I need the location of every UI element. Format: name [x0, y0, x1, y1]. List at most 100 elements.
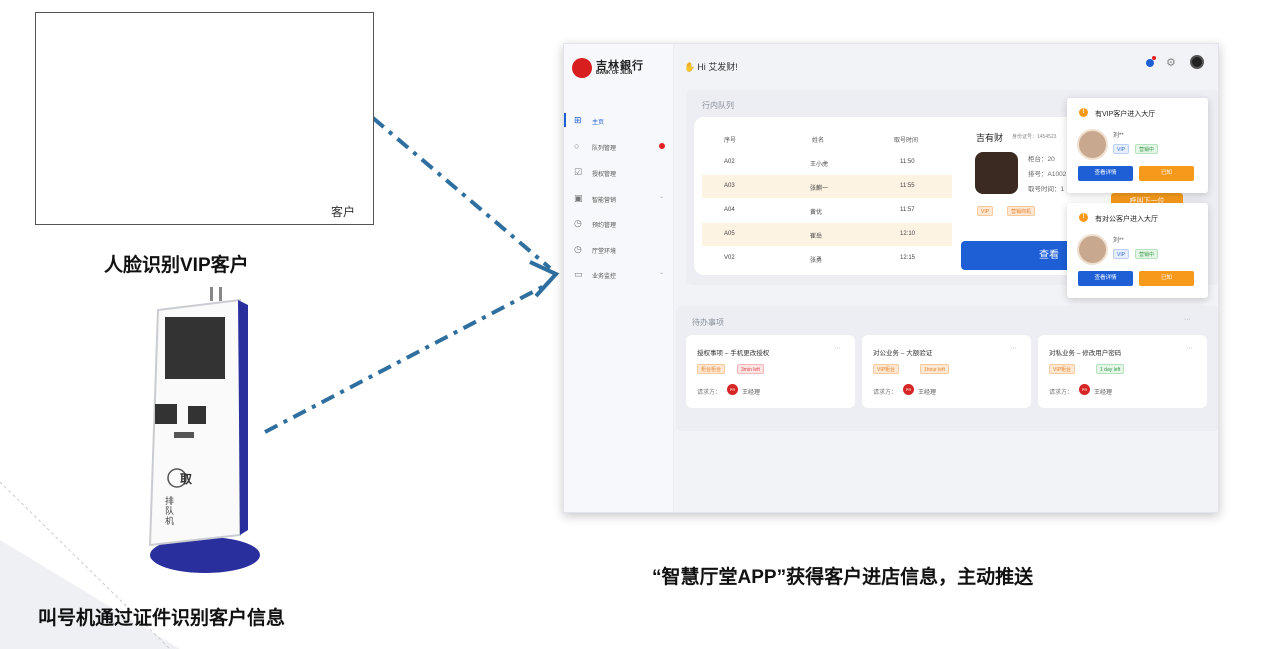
todo-requester-name: 王经理: [918, 390, 937, 396]
tag-business: 营销商机: [1007, 206, 1036, 216]
caption-app: “智慧厅堂APP”获得客户进店信息，主动推送: [652, 567, 1034, 588]
todo-title: 待办事项: [692, 318, 724, 327]
customer-label: 客户: [331, 205, 356, 219]
greeting: ✋ Hi 艾发财!: [684, 60, 738, 73]
todo-tag-time: 3min left: [737, 364, 764, 374]
notification-dot: [1152, 56, 1156, 60]
todo-tag-time: 1hour left: [920, 364, 949, 374]
notification-tag-vip: VIP: [1113, 144, 1130, 154]
customer-avatar: [1077, 129, 1108, 160]
notification-title: 有对公客户进入大厅: [1095, 216, 1158, 223]
todo-card[interactable]: 授权事项 – 手机更改授权 ··· 柜台柜台 3min left 请求方： PR…: [686, 335, 855, 408]
todo-card-title: 授权事项 – 手机更改授权: [697, 350, 770, 357]
table-row[interactable]: V02 张勇 12:15: [702, 247, 952, 270]
cell-number: A04: [724, 207, 735, 213]
acknowledge-button[interactable]: 已知: [1139, 271, 1194, 286]
nav-item-home[interactable]: ⊞ 主页: [564, 111, 674, 129]
notification-title: 有VIP客户进入大厅: [1095, 111, 1156, 118]
notification-corporate: ! 有对公客户进入大厅 刘** VIP 营销中 查看详情 已知: [1067, 203, 1208, 298]
cell-time: 12:10: [900, 231, 916, 237]
avatar: PR: [903, 384, 914, 395]
nav-item-appointment[interactable]: ◷ 预约管理: [564, 214, 674, 232]
todo-card[interactable]: 对私业务 – 修改用户密码 ··· VIP柜台 1 day left 请求方： …: [1038, 335, 1207, 408]
table-row[interactable]: A02 王小虎 11:50: [702, 151, 952, 174]
cell-number: V02: [724, 255, 735, 261]
notification-tag-vip: VIP: [1113, 249, 1130, 259]
app-window: 吉林銀行 BANK OF JILIN ⊞ 主页 ○ 队列管理 ☑ 授权管理 ▣ …: [563, 43, 1219, 513]
customer-time: 取号时间：1: [1028, 186, 1065, 193]
table-row[interactable]: A04 黄优 11:57: [702, 199, 952, 222]
cell-name: 张勇: [810, 258, 823, 264]
stage: 客户 人脸识别VIP客户 叫号机通过证件识别客户信息 “智慧厅堂APP”获得客户…: [0, 0, 1268, 649]
customer-photo: [975, 152, 1018, 194]
nav-item-marketing[interactable]: ▣ 智能营销 ⌄: [564, 189, 674, 207]
table-row[interactable]: A05 崔岳 12:10: [702, 223, 952, 246]
nav-item-monitoring[interactable]: ▭ 业务监控 ⌄: [564, 265, 674, 283]
table-header: 取号时间: [894, 138, 919, 144]
cell-name: 崔岳: [810, 234, 823, 240]
arrow-head-icon: [529, 260, 560, 298]
nav-item-queue[interactable]: ○ 队列管理: [564, 137, 674, 155]
caption-face-recognition: 人脸识别VIP客户: [104, 255, 249, 276]
todo-requester-name: 王经理: [742, 390, 761, 396]
greeting-text: Hi 艾发财!: [697, 62, 738, 72]
warning-icon: !: [1079, 108, 1088, 117]
nav-label: 队列管理: [592, 146, 617, 152]
cell-time: 12:15: [900, 255, 916, 261]
sidebar: 吉林銀行 BANK OF JILIN ⊞ 主页 ○ 队列管理 ☑ 授权管理 ▣ …: [564, 44, 674, 512]
cell-number: A05: [724, 231, 735, 237]
bank-logo-mark: [572, 58, 592, 78]
table-header: 序号: [724, 138, 737, 144]
chevron-down-icon: ⌄: [659, 194, 665, 200]
todo-card-title: 对私业务 – 修改用户密码: [1049, 350, 1122, 357]
notification-customer-name: 刘**: [1113, 133, 1124, 139]
acknowledge-button[interactable]: 已知: [1139, 166, 1194, 181]
customer-counter: 柜台：20: [1028, 156, 1055, 163]
warning-icon: !: [1079, 213, 1088, 222]
todo-requester-label: 请求方：: [873, 390, 898, 396]
cell-number: A02: [724, 159, 735, 165]
notification-vip: ! 有VIP客户进入大厅 刘** VIP 营销中 查看详情 已知: [1067, 98, 1208, 193]
clock-icon: ◷: [574, 218, 582, 228]
notification-customer-name: 刘**: [1113, 238, 1124, 244]
todo-requester-label: 请求方：: [697, 390, 722, 396]
customer-id-label: 身份证号：1454523: [1012, 134, 1057, 140]
more-icon[interactable]: ···: [1184, 316, 1191, 323]
customer-avatar: [1077, 234, 1108, 265]
notification-tag-status: 营销中: [1135, 144, 1159, 154]
table-header: 姓名: [812, 138, 825, 144]
kiosk-queue-machine-text: 排队机: [165, 496, 175, 526]
camera-scene-frame: [35, 12, 374, 225]
nav-item-authorization[interactable]: ☑ 授权管理: [564, 163, 674, 181]
table-row[interactable]: A03 张麒一 11:55: [702, 175, 952, 198]
todo-tag-time: 1 day left: [1096, 364, 1125, 374]
todo-card[interactable]: 对公业务 – 大额验证 ··· VIP柜台 1hour left 请求方： PR…: [862, 335, 1031, 408]
nav-label: 主页: [592, 120, 605, 126]
more-icon[interactable]: ···: [1010, 345, 1017, 352]
cell-name: 张麒一: [810, 186, 829, 192]
cell-number: A03: [724, 183, 735, 189]
nav-label: 授权管理: [592, 172, 617, 178]
chat-icon: ○: [574, 141, 580, 151]
more-icon[interactable]: ···: [1186, 345, 1193, 352]
check-square-icon: ☑: [574, 167, 583, 177]
nav-item-hall-environment[interactable]: ◷ 厅堂环境: [564, 240, 674, 258]
queue-title: 行内队列: [702, 101, 734, 110]
cell-time: 11:55: [900, 183, 915, 189]
kiosk-icon: [148, 287, 260, 573]
customer-number: 排号：A1002: [1028, 171, 1067, 178]
user-avatar[interactable]: [1190, 55, 1204, 69]
nav-label: 智能营销: [592, 198, 617, 204]
todo-tag-counter: 柜台柜台: [697, 364, 726, 374]
view-details-button[interactable]: 查看详情: [1078, 271, 1133, 286]
nav-label: 厅堂环境: [592, 249, 617, 255]
notification-dot: [659, 143, 665, 149]
view-details-button[interactable]: 查看详情: [1078, 166, 1133, 181]
chevron-down-icon: ⌄: [659, 270, 665, 276]
gear-icon[interactable]: ⚙: [1166, 56, 1176, 69]
bank-logo: 吉林銀行 BANK OF JILIN: [572, 56, 668, 80]
more-icon[interactable]: ···: [834, 345, 841, 352]
tag-vip: VIP: [977, 206, 994, 216]
kiosk-take-number-text: 取: [180, 472, 193, 486]
bell-icon[interactable]: [1146, 59, 1154, 67]
